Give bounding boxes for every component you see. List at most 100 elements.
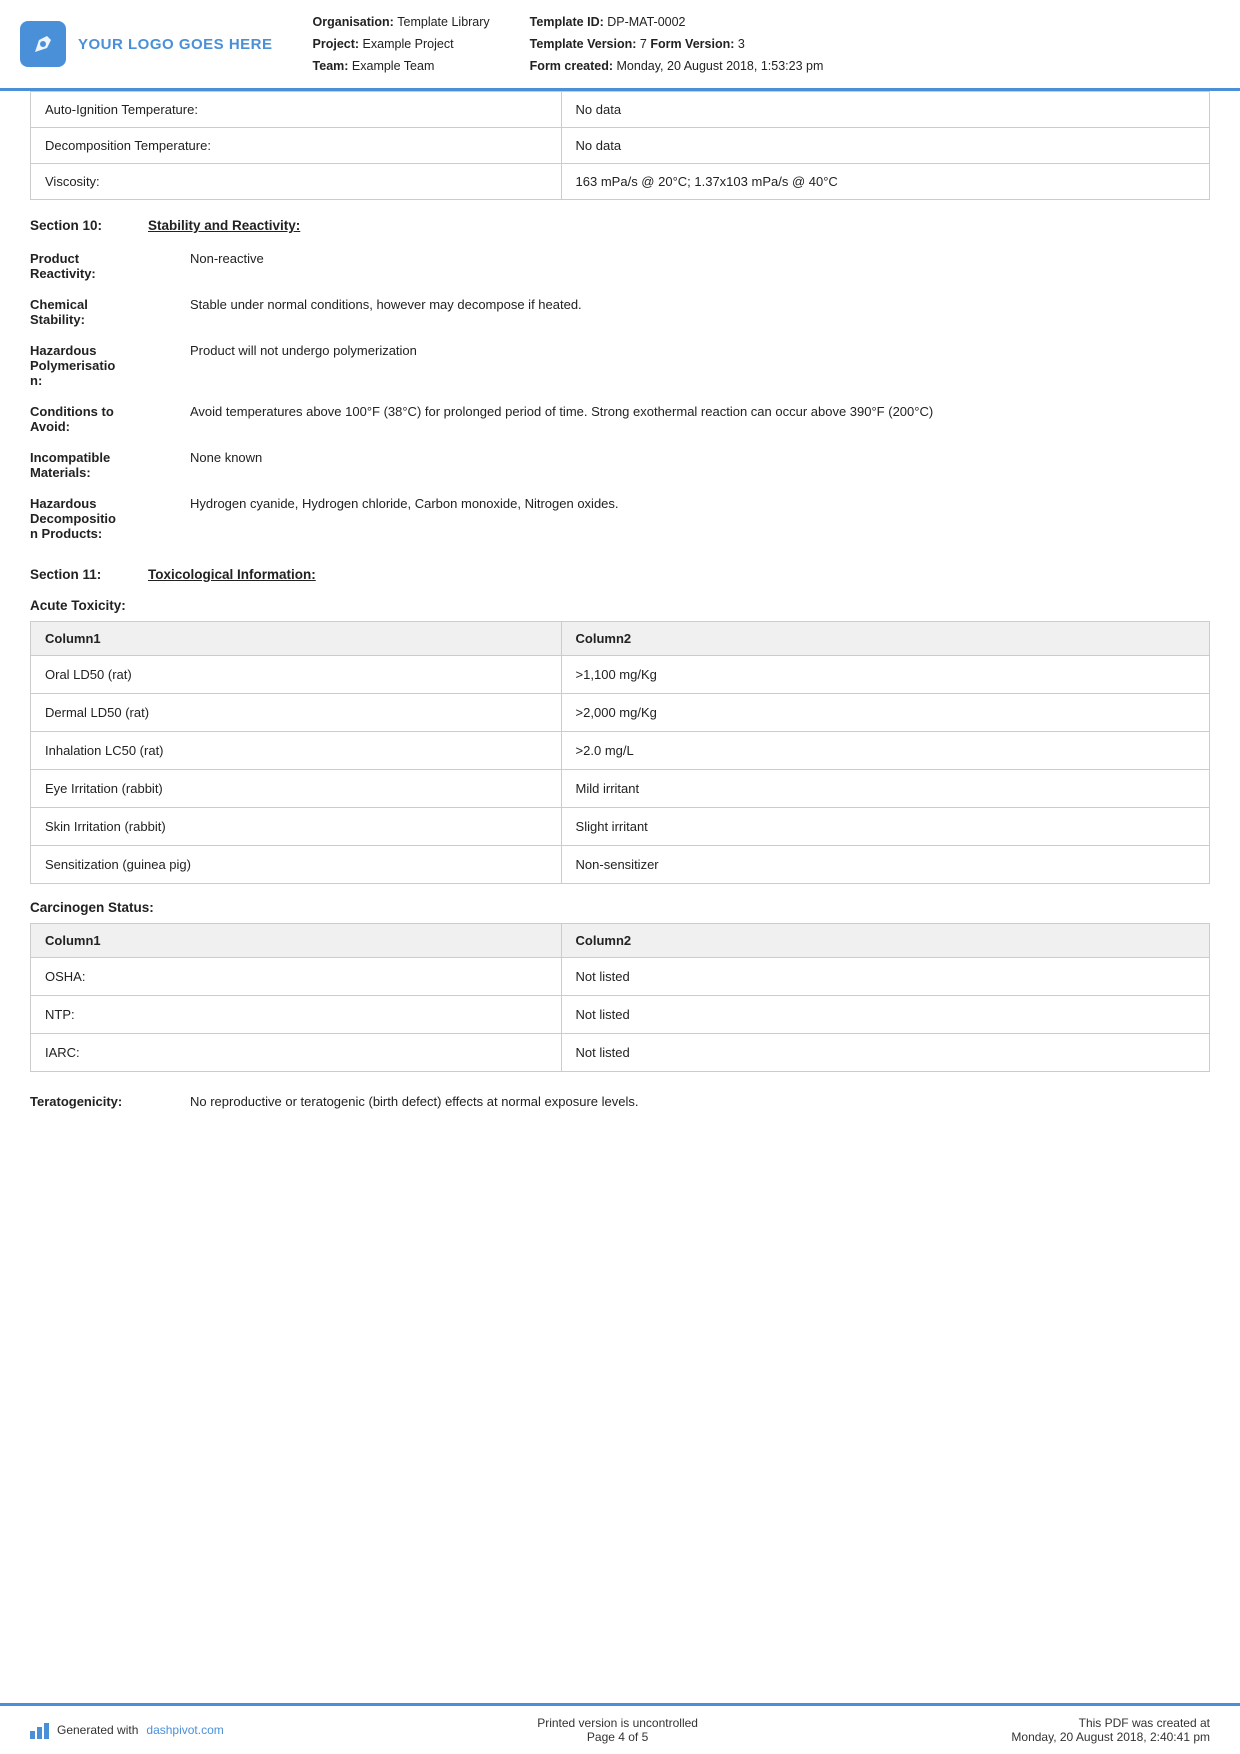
- header-logo: YOUR LOGO GOES HERE: [20, 12, 273, 76]
- acute-table-row: Oral LD50 (rat)>1,100 mg/Kg: [31, 656, 1210, 694]
- carcinogen-col1: IARC:: [31, 1034, 562, 1072]
- acute-col2: Slight irritant: [561, 808, 1209, 846]
- prop-table-row: Auto-Ignition Temperature:No data: [31, 92, 1210, 128]
- carcinogen-table: Column1 Column2 OSHA:Not listedNTP:Not l…: [30, 923, 1210, 1072]
- prop-value: No data: [561, 128, 1209, 164]
- acute-table-row: Inhalation LC50 (rat)>2.0 mg/L: [31, 732, 1210, 770]
- acute-col1: Dermal LD50 (rat): [31, 694, 562, 732]
- field-value: Hydrogen cyanide, Hydrogen chloride, Car…: [190, 488, 1210, 549]
- carcinogen-col2: Not listed: [561, 958, 1209, 996]
- section11-num: Section 11:: [30, 567, 130, 582]
- footer-center-line1: Printed version is uncontrolled: [537, 1716, 698, 1730]
- teratogenicity-key: Teratogenicity:: [30, 1086, 190, 1117]
- acute-col1-header: Column1: [31, 622, 562, 656]
- field-value: None known: [190, 442, 1210, 488]
- bar2: [37, 1727, 42, 1739]
- carcinogen-col1: OSHA:: [31, 958, 562, 996]
- acute-col1: Inhalation LC50 (rat): [31, 732, 562, 770]
- acute-col2-header: Column2: [561, 622, 1209, 656]
- info-row: Conditions toAvoid:Avoid temperatures ab…: [30, 396, 1210, 442]
- info-row: ProductReactivity:Non-reactive: [30, 243, 1210, 289]
- bar3: [44, 1723, 49, 1739]
- carcinogen-col1: NTP:: [31, 996, 562, 1034]
- footer-center: Printed version is uncontrolled Page 4 o…: [537, 1716, 698, 1744]
- acute-col1: Skin Irritation (rabbit): [31, 808, 562, 846]
- teratogenicity-info-row: Teratogenicity: No reproductive or terat…: [30, 1086, 1210, 1117]
- footer: Generated with dashpivot.com Printed ver…: [0, 1703, 1240, 1754]
- carcinogen-col1-header: Column1: [31, 924, 562, 958]
- acute-col1: Eye Irritation (rabbit): [31, 770, 562, 808]
- logo-icon: [20, 21, 66, 67]
- property-table: Auto-Ignition Temperature:No dataDecompo…: [30, 91, 1210, 200]
- field-key: Conditions toAvoid:: [30, 396, 190, 442]
- acute-col2: >2,000 mg/Kg: [561, 694, 1209, 732]
- teratogenicity-value: No reproductive or teratogenic (birth de…: [190, 1086, 1210, 1117]
- acute-col2: >2.0 mg/L: [561, 732, 1209, 770]
- prop-value: 163 mPa/s @ 20°C; 1.37x103 mPa/s @ 40°C: [561, 164, 1209, 200]
- section10-title: Stability and Reactivity:: [148, 218, 300, 233]
- acute-toxicity-label: Acute Toxicity:: [30, 598, 1210, 613]
- info-row: HazardousPolymerisation:Product will not…: [30, 335, 1210, 396]
- footer-bars-icon: [30, 1721, 49, 1739]
- field-value: Product will not undergo polymerization: [190, 335, 1210, 396]
- acute-col2: Non-sensitizer: [561, 846, 1209, 884]
- field-key: HazardousDecomposition Products:: [30, 488, 190, 549]
- prop-label: Viscosity:: [31, 164, 562, 200]
- section10-header: Section 10: Stability and Reactivity:: [30, 218, 1210, 233]
- field-value: Non-reactive: [190, 243, 1210, 289]
- prop-table-row: Viscosity:163 mPa/s @ 20°C; 1.37x103 mPa…: [31, 164, 1210, 200]
- acute-table-header-row: Column1 Column2: [31, 622, 1210, 656]
- carcinogen-header-row: Column1 Column2: [31, 924, 1210, 958]
- team-line: Team: Example Team: [313, 56, 490, 76]
- footer-right-line1: This PDF was created at: [1011, 1716, 1210, 1730]
- footer-center-line2: Page 4 of 5: [537, 1730, 698, 1744]
- carcinogen-label: Carcinogen Status:: [30, 900, 1210, 915]
- header: YOUR LOGO GOES HERE Organisation: Templa…: [0, 0, 1240, 91]
- field-key: ChemicalStability:: [30, 289, 190, 335]
- section11-header: Section 11: Toxicological Information:: [30, 567, 1210, 582]
- section11-title: Toxicological Information:: [148, 567, 316, 582]
- form-created-line: Form created: Monday, 20 August 2018, 1:…: [530, 56, 824, 76]
- acute-table-row: Dermal LD50 (rat)>2,000 mg/Kg: [31, 694, 1210, 732]
- prop-label: Decomposition Temperature:: [31, 128, 562, 164]
- carcinogen-table-row: NTP:Not listed: [31, 996, 1210, 1034]
- header-meta-col-right: Template ID: DP-MAT-0002 Template Versio…: [530, 12, 824, 76]
- field-key: IncompatibleMaterials:: [30, 442, 190, 488]
- field-value: Stable under normal conditions, however …: [190, 289, 1210, 335]
- info-row: ChemicalStability:Stable under normal co…: [30, 289, 1210, 335]
- bar1: [30, 1731, 35, 1739]
- header-meta: Organisation: Template Library Project: …: [293, 12, 1210, 76]
- acute-toxicity-table: Column1 Column2 Oral LD50 (rat)>1,100 mg…: [30, 621, 1210, 884]
- footer-right-line2: Monday, 20 August 2018, 2:40:41 pm: [1011, 1730, 1210, 1744]
- carcinogen-col2: Not listed: [561, 996, 1209, 1034]
- acute-col1: Oral LD50 (rat): [31, 656, 562, 694]
- field-key: HazardousPolymerisation:: [30, 335, 190, 396]
- info-row: HazardousDecomposition Products:Hydrogen…: [30, 488, 1210, 549]
- main-content: Auto-Ignition Temperature:No dataDecompo…: [0, 91, 1240, 1703]
- footer-generated-text: Generated with: [57, 1723, 138, 1737]
- footer-right: This PDF was created at Monday, 20 Augus…: [1011, 1716, 1210, 1744]
- acute-table-row: Eye Irritation (rabbit)Mild irritant: [31, 770, 1210, 808]
- section10-num: Section 10:: [30, 218, 130, 233]
- header-meta-col-left: Organisation: Template Library Project: …: [313, 12, 490, 76]
- version-line: Template Version: 7 Form Version: 3: [530, 34, 824, 54]
- template-id-line: Template ID: DP-MAT-0002: [530, 12, 824, 32]
- info-row: IncompatibleMaterials:None known: [30, 442, 1210, 488]
- carcinogen-table-row: IARC:Not listed: [31, 1034, 1210, 1072]
- prop-label: Auto-Ignition Temperature:: [31, 92, 562, 128]
- acute-col2: >1,100 mg/Kg: [561, 656, 1209, 694]
- acute-col1: Sensitization (guinea pig): [31, 846, 562, 884]
- prop-value: No data: [561, 92, 1209, 128]
- footer-left: Generated with dashpivot.com: [30, 1721, 224, 1739]
- carcinogen-table-row: OSHA:Not listed: [31, 958, 1210, 996]
- acute-col2: Mild irritant: [561, 770, 1209, 808]
- carcinogen-col2: Not listed: [561, 1034, 1209, 1072]
- prop-table-row: Decomposition Temperature:No data: [31, 128, 1210, 164]
- field-value: Avoid temperatures above 100°F (38°C) fo…: [190, 396, 1210, 442]
- footer-dashpivot-link[interactable]: dashpivot.com: [146, 1723, 223, 1737]
- logo-text: YOUR LOGO GOES HERE: [78, 36, 273, 53]
- page: YOUR LOGO GOES HERE Organisation: Templa…: [0, 0, 1240, 1754]
- org-line: Organisation: Template Library: [313, 12, 490, 32]
- carcinogen-col2-header: Column2: [561, 924, 1209, 958]
- acute-table-row: Sensitization (guinea pig)Non-sensitizer: [31, 846, 1210, 884]
